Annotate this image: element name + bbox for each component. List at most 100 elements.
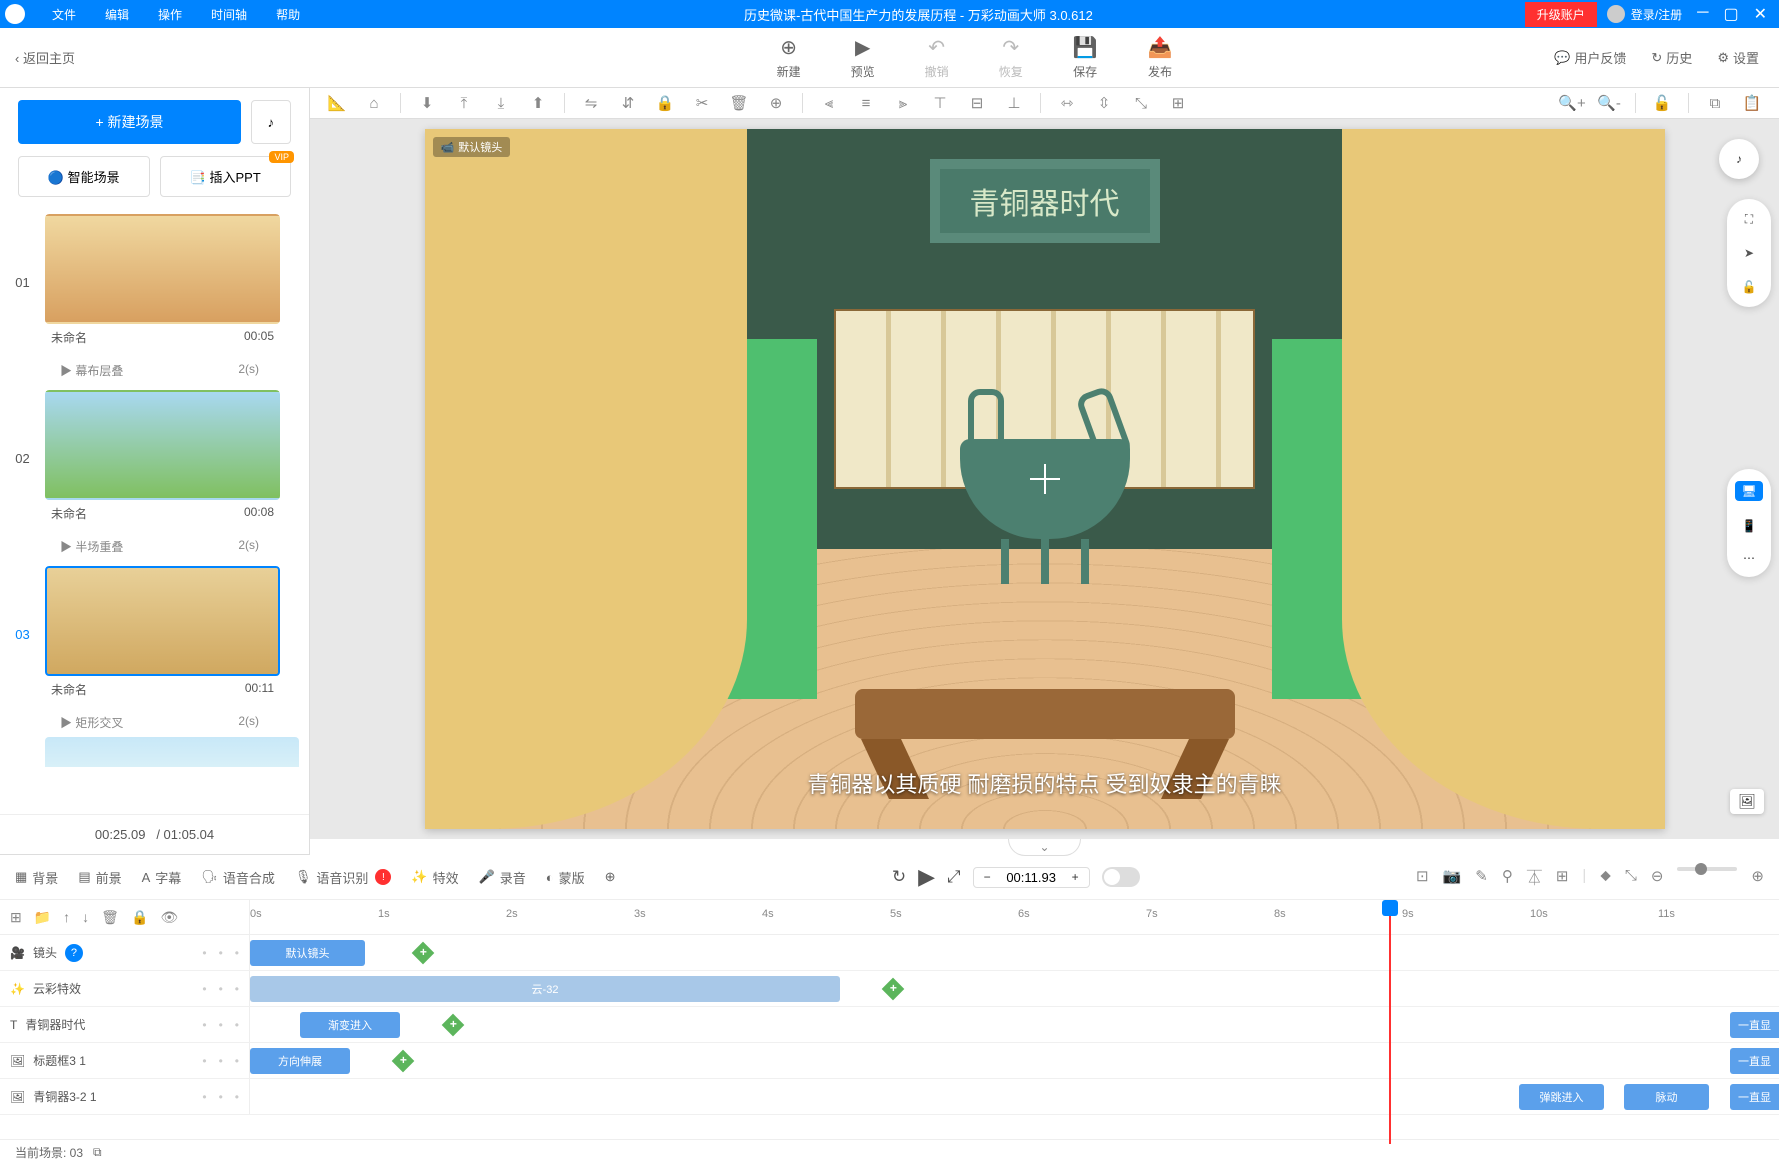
flip-h-icon[interactable]: ⇋ [574,88,608,118]
collapse-timeline-button[interactable]: ⌄ [310,839,1779,856]
more-icon[interactable]: ⋯ [1743,551,1755,565]
distribute-h-icon[interactable]: ⇿ [1050,88,1084,118]
scale-icon[interactable]: ⤡ [1625,867,1637,888]
timeline-clip[interactable]: 脉动 [1624,1084,1709,1110]
tab-record[interactable]: 🎤 录音 [479,868,526,887]
tab-more[interactable]: ⊕ [605,869,616,885]
mobile-icon[interactable]: 📱 [1742,519,1757,533]
tab-fx[interactable]: ✨ 特效 [411,868,458,887]
add-keyframe-button[interactable] [882,978,905,1001]
add-keyframe-button[interactable] [392,1050,415,1073]
float-music-icon[interactable]: ♪ [1719,139,1759,179]
track-label[interactable]: ✨云彩特效••• [0,971,250,1006]
menu-action[interactable]: 操作 [146,6,194,23]
zoom-slider[interactable] [1677,867,1737,871]
track-dot[interactable]: • [202,1054,206,1068]
tab-background[interactable]: ▦ 背景 [15,868,58,887]
scene-transition-3[interactable]: 矩形交叉2(s) [10,708,299,737]
track-dot[interactable]: • [202,1090,206,1104]
history-button[interactable]: ↻ 历史 [1651,48,1692,67]
track-label[interactable]: T青铜器时代••• [0,1007,250,1042]
insert-ppt-button[interactable]: 📑 插入PPTVIP [160,156,292,197]
track-dot[interactable]: • [235,982,239,996]
flip-v-icon[interactable]: ⇵ [611,88,645,118]
new-scene-button[interactable]: + 新建场景 [18,100,241,144]
track-dot[interactable]: • [219,1090,223,1104]
zoom-out-timeline[interactable]: ⊖ [1651,867,1664,888]
timeline-clip[interactable]: 云-32 [250,976,840,1002]
playback-toggle[interactable] [1102,867,1140,887]
menu-edit[interactable]: 编辑 [93,6,141,23]
down-icon[interactable]: ↓ [82,909,89,925]
snapshot-icon[interactable]: 📷 [1443,867,1462,888]
track-label[interactable]: 🖼标题框3 1••• [0,1043,250,1078]
track-dot[interactable]: • [219,1018,223,1032]
spacing-icon[interactable]: ⤡ [1124,88,1158,118]
scene-transition-2[interactable]: 半场重叠2(s) [10,532,299,561]
track-dot[interactable]: • [235,1054,239,1068]
help-icon[interactable]: ? [65,944,83,962]
redo-button[interactable]: ↷恢复 [999,35,1023,80]
distribute-v-icon[interactable]: ⇳ [1087,88,1121,118]
upgrade-button[interactable]: 升级账户 [1525,2,1597,27]
close-button[interactable]: ✕ [1754,4,1767,24]
tab-foreground[interactable]: ▤ 前景 [78,868,121,887]
add-keyframe-button[interactable] [412,942,435,965]
menu-help[interactable]: 帮助 [264,6,312,23]
scene-item-3[interactable]: 03 未命名00:11 [10,561,299,708]
lock-icon[interactable]: 🔒 [648,88,682,118]
timeline-clip[interactable]: 渐变进入 [300,1012,400,1038]
track-dot[interactable]: • [202,982,206,996]
minimize-button[interactable]: ─ [1697,4,1708,24]
publish-button[interactable]: 📤发布 [1148,35,1173,80]
back-home-button[interactable]: ‹ 返回主页 [15,48,75,67]
zoom-in-icon[interactable]: 🔍+ [1555,88,1589,118]
crop-icon[interactable]: ✂ [685,88,719,118]
scene-item-1[interactable]: 01 未命名00:05 [10,209,299,356]
align-left-icon[interactable]: ⫷ [812,88,846,118]
tab-subtitle[interactable]: A 字幕 [142,868,182,887]
timeline-clip[interactable]: 弹跳进入 [1519,1084,1604,1110]
undo-button[interactable]: ↶撤销 [925,35,949,80]
add-track-icon[interactable]: ⊞ [10,909,22,926]
track-dot[interactable]: • [202,946,206,960]
login-button[interactable]: 登录/注册 [1631,6,1682,23]
pointer-icon[interactable]: ➤ [1739,243,1759,263]
track-dot[interactable]: • [219,1054,223,1068]
menu-file[interactable]: 文件 [40,6,88,23]
zoom-in-timeline[interactable]: ⊕ [1751,867,1764,888]
upload-icon[interactable]: ⬆ [521,88,555,118]
fit-icon[interactable]: ⊞ [1161,88,1195,118]
maximize-button[interactable]: ▢ [1723,4,1738,24]
timeline-clip[interactable]: 方向伸展 [250,1048,350,1074]
zoom-out-icon[interactable]: 🔍- [1592,88,1626,118]
align-center-icon[interactable]: ≡ [849,88,883,118]
copy-icon[interactable]: ⧉ [1698,88,1732,118]
clip-end-tag[interactable]: 一直显 [1730,1084,1779,1110]
track-label[interactable]: 🖼青铜器3-2 1••• [0,1079,250,1114]
track-dot[interactable]: • [219,946,223,960]
align-bottom-icon[interactable]: ⤓ [484,88,518,118]
tab-asr[interactable]: 🎙 语音识别! [295,868,392,887]
clip-end-tag[interactable]: 一直显 [1730,1048,1779,1074]
bronze-object[interactable] [945,399,1145,559]
unlock2-icon[interactable]: 🔓 [1739,277,1759,297]
time-decrement[interactable]: − [984,870,991,884]
ai-scene-button[interactable]: 🔵 智能场景 [18,156,150,197]
timeline-clip[interactable]: 默认镜头 [250,940,365,966]
preview-button[interactable]: ▶预览 [851,35,875,80]
scene-transition-1[interactable]: 幕布层叠2(s) [10,356,299,385]
music-button[interactable]: ♪ [251,100,291,144]
visibility-icon[interactable]: 👁 [160,909,178,926]
track-dot[interactable]: • [235,1018,239,1032]
track-dot[interactable]: • [235,1090,239,1104]
valign-top-icon[interactable]: ⊤ [923,88,957,118]
track-dot[interactable]: • [202,1018,206,1032]
new-button[interactable]: ⊕新建 [777,35,801,80]
timecode-input[interactable] [999,870,1064,885]
rewind-button[interactable]: ↻ [892,867,906,887]
time-ruler[interactable]: 0s1s2s3s4s5s6s7s8s9s10s11s [250,900,1779,934]
camera-frame-icon[interactable]: ⛶ [1739,209,1759,229]
unlock-icon[interactable]: 🔓 [1645,88,1679,118]
tab-tts[interactable]: 🗣 语音合成 [201,868,275,887]
